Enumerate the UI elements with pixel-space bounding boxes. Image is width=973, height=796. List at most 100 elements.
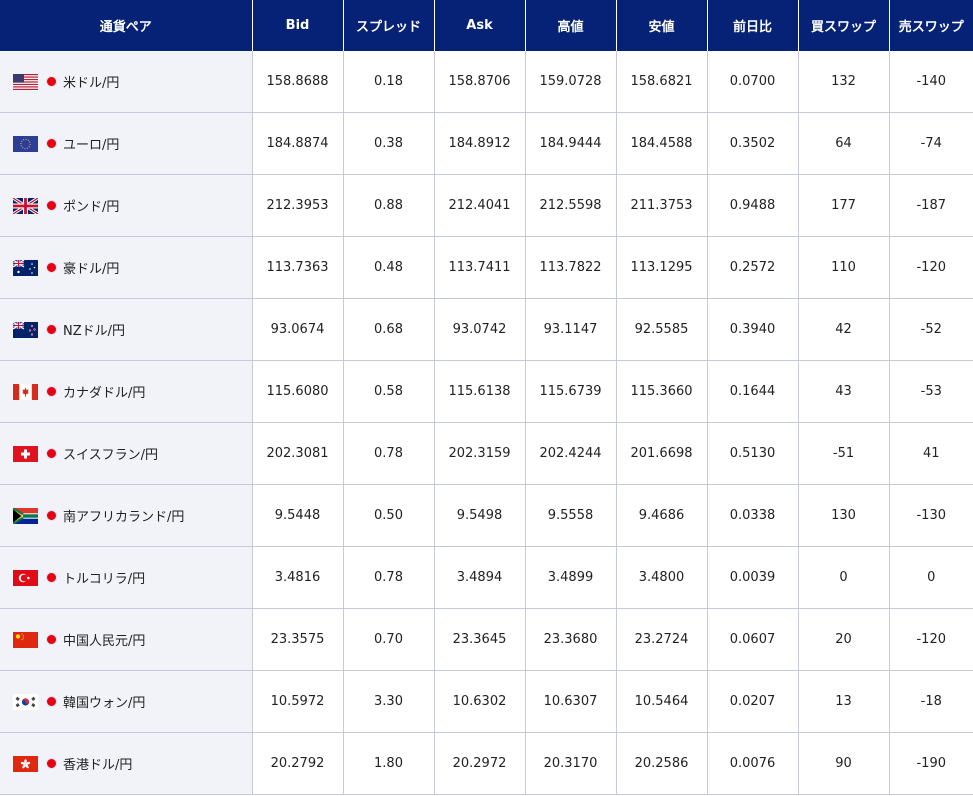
buy-swap-value: 42 — [798, 298, 890, 361]
currency-rates-table: 通貨ペア Bid スプレッド Ask 高値 安値 前日比 買スワップ 売スワップ… — [0, 0, 973, 795]
currency-pair-cell[interactable]: ユーロ/円 — [0, 112, 253, 175]
currency-pair-name: スイスフラン/円 — [63, 448, 158, 463]
currency-pair-cell[interactable]: 香港ドル/円 — [0, 732, 253, 795]
bid-value: 202.3081 — [252, 422, 344, 485]
sell-swap-value: -120 — [889, 236, 973, 299]
low-value: 158.6821 — [616, 51, 708, 113]
table-row: 南アフリカランド/円 9.5448 0.50 9.5498 9.5558 9.4… — [0, 484, 973, 547]
high-value: 10.6307 — [525, 670, 617, 733]
high-value: 115.6739 — [525, 360, 617, 423]
buy-swap-value: 90 — [798, 732, 890, 795]
low-value: 211.3753 — [616, 174, 708, 237]
header-high: 高値 — [525, 0, 617, 51]
sell-swap-value: -187 — [889, 174, 973, 237]
currency-pair-name: カナダドル/円 — [63, 386, 146, 401]
bid-value: 93.0674 — [252, 298, 344, 361]
currency-pair-cell[interactable]: スイスフラン/円 — [0, 422, 253, 485]
change-value: 0.3940 — [707, 298, 799, 361]
currency-pair-cell[interactable]: ポンド/円 — [0, 174, 253, 237]
change-value: 0.0207 — [707, 670, 799, 733]
low-value: 20.2586 — [616, 732, 708, 795]
currency-pair-cell[interactable]: NZドル/円 — [0, 298, 253, 361]
spread-value: 0.88 — [343, 174, 435, 237]
ask-value: 158.8706 — [434, 51, 526, 113]
currency-pair-cell[interactable]: トルコリラ/円 — [0, 546, 253, 609]
high-value: 3.4899 — [525, 546, 617, 609]
spread-value: 1.80 — [343, 732, 435, 795]
buy-swap-value: 130 — [798, 484, 890, 547]
high-value: 9.5558 — [525, 484, 617, 547]
change-value: 0.0076 — [707, 732, 799, 795]
change-value: 0.3502 — [707, 112, 799, 175]
table-row: 韓国ウォン/円 10.5972 3.30 10.6302 10.6307 10.… — [0, 670, 973, 733]
high-value: 20.3170 — [525, 732, 617, 795]
table-body: 米ドル/円 158.8688 0.18 158.8706 159.0728 15… — [0, 51, 973, 795]
table-row: 香港ドル/円 20.2792 1.80 20.2972 20.3170 20.2… — [0, 732, 973, 795]
sell-swap-value: 41 — [889, 422, 973, 485]
change-value: 0.2572 — [707, 236, 799, 299]
low-value: 201.6698 — [616, 422, 708, 485]
hk-flag-icon — [13, 755, 38, 772]
za-flag-icon — [13, 507, 38, 524]
currency-pair-cell[interactable]: 中国人民元/円 — [0, 608, 253, 671]
spread-value: 0.58 — [343, 360, 435, 423]
currency-pair-name: トルコリラ/円 — [63, 572, 146, 587]
sell-swap-value: -120 — [889, 608, 973, 671]
currency-pair-cell[interactable]: カナダドル/円 — [0, 360, 253, 423]
change-value: 0.0700 — [707, 51, 799, 113]
sell-swap-value: -53 — [889, 360, 973, 423]
currency-pair-cell[interactable]: 豪ドル/円 — [0, 236, 253, 299]
table-row: ユーロ/円 184.8874 0.38 184.8912 184.9444 18… — [0, 112, 973, 175]
bid-value: 115.6080 — [252, 360, 344, 423]
low-value: 115.3660 — [616, 360, 708, 423]
sell-swap-value: -74 — [889, 112, 973, 175]
header-spread: スプレッド — [343, 0, 435, 51]
japan-flag-icon — [46, 138, 57, 149]
header-low: 安値 — [616, 0, 708, 51]
eu-flag-icon — [13, 135, 38, 152]
sell-swap-value: -190 — [889, 732, 973, 795]
ask-value: 212.4041 — [434, 174, 526, 237]
bid-value: 10.5972 — [252, 670, 344, 733]
currency-pair-cell[interactable]: 韓国ウォン/円 — [0, 670, 253, 733]
currency-pair-name: 米ドル/円 — [63, 76, 120, 91]
table-row: スイスフラン/円 202.3081 0.78 202.3159 202.4244… — [0, 422, 973, 485]
us-flag-icon — [13, 73, 38, 90]
currency-pair-name: 韓国ウォン/円 — [63, 696, 146, 711]
sell-swap-value: -18 — [889, 670, 973, 733]
bid-value: 212.3953 — [252, 174, 344, 237]
ca-flag-icon — [13, 383, 38, 400]
japan-flag-icon — [46, 510, 57, 521]
ask-value: 23.3645 — [434, 608, 526, 671]
japan-flag-icon — [46, 696, 57, 707]
currency-pair-cell[interactable]: 米ドル/円 — [0, 51, 253, 113]
spread-value: 0.78 — [343, 546, 435, 609]
table-row: NZドル/円 93.0674 0.68 93.0742 93.1147 92.5… — [0, 298, 973, 361]
spread-value: 3.30 — [343, 670, 435, 733]
currency-pair-name: 香港ドル/円 — [63, 758, 133, 773]
currency-pair-cell[interactable]: 南アフリカランド/円 — [0, 484, 253, 547]
buy-swap-value: 20 — [798, 608, 890, 671]
currency-pair-name: ユーロ/円 — [63, 138, 120, 153]
table-row: トルコリラ/円 3.4816 0.78 3.4894 3.4899 3.4800… — [0, 546, 973, 609]
high-value: 93.1147 — [525, 298, 617, 361]
currency-pair-name: 中国人民元/円 — [63, 634, 146, 649]
table-row: カナダドル/円 115.6080 0.58 115.6138 115.6739 … — [0, 360, 973, 423]
ask-value: 202.3159 — [434, 422, 526, 485]
sell-swap-value: 0 — [889, 546, 973, 609]
buy-swap-value: 110 — [798, 236, 890, 299]
kr-flag-icon — [13, 693, 38, 710]
table-row: ポンド/円 212.3953 0.88 212.4041 212.5598 21… — [0, 174, 973, 237]
japan-flag-icon — [46, 572, 57, 583]
low-value: 10.5464 — [616, 670, 708, 733]
buy-swap-value: 0 — [798, 546, 890, 609]
au-flag-icon — [13, 259, 38, 276]
buy-swap-value: 177 — [798, 174, 890, 237]
uk-flag-icon — [13, 197, 38, 214]
spread-value: 0.50 — [343, 484, 435, 547]
high-value: 23.3680 — [525, 608, 617, 671]
sell-swap-value: -130 — [889, 484, 973, 547]
change-value: 0.0607 — [707, 608, 799, 671]
spread-value: 0.78 — [343, 422, 435, 485]
bid-value: 158.8688 — [252, 51, 344, 113]
